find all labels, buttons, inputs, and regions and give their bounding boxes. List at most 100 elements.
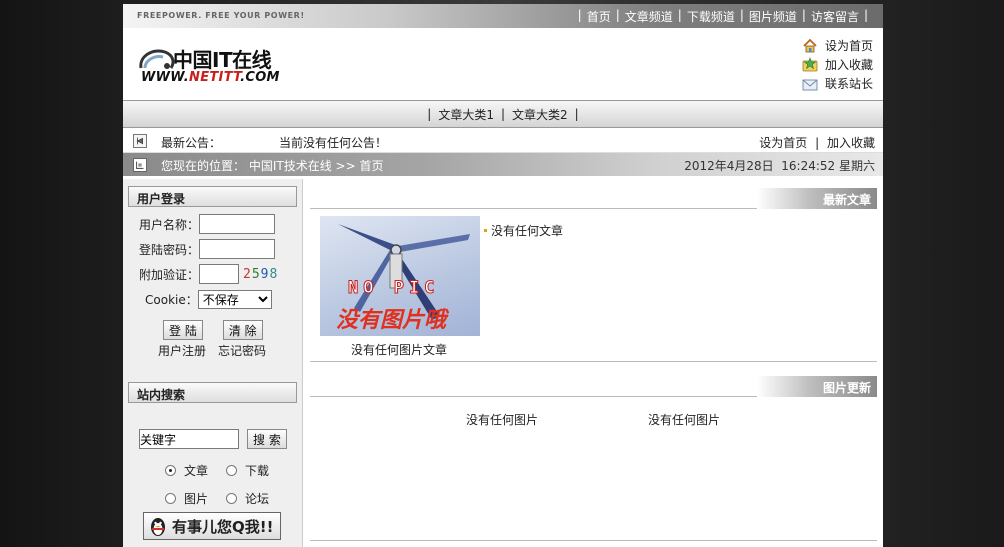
captcha-code: 2598	[243, 267, 278, 282]
sidebar: 用户登录 用户名称： 登陆密码： 附加验证： 2598 Cookie： 不保存	[123, 179, 303, 547]
cookie-label: Cookie：	[145, 293, 198, 307]
breadcrumb-separator: >>	[335, 159, 356, 173]
picture-updates-header: 图片更新	[310, 373, 877, 397]
radio-article[interactable]: 文章	[165, 462, 208, 479]
search-input[interactable]	[139, 429, 239, 449]
nav-guestbook[interactable]: 访客留言	[811, 8, 859, 25]
notice-label: 最新公告：	[161, 136, 222, 150]
page: FREEPOWER. FREE YOUR POWER! | 首页 | 文章频道 …	[123, 4, 883, 547]
category-bar: | 文章大类1 | 文章大类2 |	[123, 100, 883, 128]
mail-icon	[802, 79, 818, 90]
login-title: 用户登录	[128, 186, 297, 207]
nav-separator: |	[863, 8, 868, 22]
login-buttons: 登 陆 清 除	[163, 320, 263, 340]
latest-articles-title: 最新文章	[757, 188, 877, 209]
no-pic-text: 没有图片哦	[336, 308, 447, 333]
nav-home[interactable]: 首页	[587, 8, 611, 25]
account-links: 用户注册 忘记密码	[158, 342, 266, 359]
radio-forum[interactable]: 论坛	[226, 490, 269, 507]
breadcrumb-page: 首页	[359, 159, 384, 173]
notice-add-favorite-link[interactable]: 加入收藏	[827, 136, 875, 150]
register-link[interactable]: 用户注册	[158, 342, 206, 359]
image-article-caption: 没有任何图片文章	[351, 343, 448, 357]
bottom-divider	[310, 540, 877, 541]
nav-downloads[interactable]: 下载频道	[687, 8, 735, 25]
notice-set-homepage-link[interactable]: 设为首页	[759, 136, 807, 150]
bullet-icon	[484, 229, 487, 232]
qq-badge-text: 有事儿您Q我!!	[172, 517, 274, 536]
search-row: 搜 索	[139, 429, 287, 449]
captcha-digit: 2	[243, 266, 252, 282]
radio-dot	[226, 493, 238, 504]
search-button[interactable]: 搜 索	[247, 429, 287, 449]
category-separator: |	[574, 107, 579, 121]
radio-download-label: 下载	[245, 464, 270, 478]
category-separator: |	[427, 107, 432, 121]
slogan: FREEPOWER. FREE YOUR POWER!	[137, 11, 305, 20]
add-favorite-link[interactable]: 加入收藏	[802, 55, 873, 74]
logo-text: 中国IT在线	[173, 48, 272, 72]
nav-separator: |	[577, 8, 582, 22]
top-bar: FREEPOWER. FREE YOUR POWER! | 首页 | 文章频道 …	[123, 4, 883, 28]
verify-label: 附加验证：	[139, 267, 200, 282]
login-button[interactable]: 登 陆	[163, 320, 203, 340]
no-pic-tag: NO PIC	[347, 278, 440, 299]
notice-text: 当前没有任何公告！	[279, 136, 388, 150]
password-row: 登陆密码：	[139, 239, 276, 259]
quick-links: 设为首页 加入收藏 联系站长	[802, 36, 873, 93]
latest-article-item: 没有任何文章	[484, 222, 563, 239]
breadcrumb-site[interactable]: 中国IT技术在线	[249, 159, 332, 173]
logo-url: WWW.NETITT.COM	[141, 70, 280, 85]
nav-separator: |	[677, 8, 682, 22]
category-link-2[interactable]: 文章大类2	[512, 106, 568, 123]
location-bar: 您现在的位置： 中国IT技术在线 >> 首页 2012年4月28日 16:24:…	[123, 153, 883, 176]
no-article-text: 没有任何文章	[491, 224, 564, 238]
qq-penguin-icon	[151, 518, 165, 536]
main-area: 用户登录 用户名称： 登陆密码： 附加验证： 2598 Cookie： 不保存	[123, 179, 883, 547]
radio-download[interactable]: 下载	[226, 462, 269, 479]
cookie-select[interactable]: 不保存	[197, 290, 272, 309]
add-favorite-label: 加入收藏	[824, 58, 873, 72]
password-input[interactable]	[199, 239, 276, 259]
username-input[interactable]	[199, 214, 276, 234]
captcha-digit: 8	[269, 266, 279, 282]
category-link-1[interactable]: 文章大类1	[438, 106, 494, 123]
notice-bar: 最新公告： 当前没有任何公告！ 设为首页 | 加入收藏	[123, 129, 883, 153]
logo-url-brand: NETITT	[189, 70, 241, 85]
notice-separator: |	[815, 136, 820, 150]
no-picture-image[interactable]: NO PIC 没有图片哦	[320, 216, 480, 336]
breadcrumb-prefix: 您现在的位置：	[161, 159, 246, 173]
favorite-icon	[802, 56, 818, 71]
section-divider	[310, 361, 877, 362]
radio-forum-label: 论坛	[245, 492, 270, 506]
site-logo[interactable]: 中国IT在线 WWW.NETITT.COM	[137, 44, 299, 88]
category-separator: |	[500, 107, 506, 121]
location-icon	[133, 158, 147, 172]
username-row: 用户名称：	[139, 214, 276, 234]
clear-button[interactable]: 清 除	[222, 320, 263, 340]
nav-separator: |	[615, 8, 620, 22]
search-type-row-1: 文章 下载	[165, 462, 287, 479]
nav-pictures[interactable]: 图片频道	[749, 8, 797, 25]
set-homepage-link[interactable]: 设为首页	[802, 36, 873, 55]
radio-dot	[226, 465, 238, 476]
forgot-password-link[interactable]: 忘记密码	[218, 342, 266, 359]
password-label: 登陆密码：	[139, 242, 200, 257]
nav-separator: |	[801, 8, 806, 22]
verify-row: 附加验证： 2598	[139, 264, 278, 284]
contact-admin-label: 联系站长	[824, 77, 873, 91]
nav-articles[interactable]: 文章频道	[625, 8, 673, 25]
cookie-row: Cookie： 不保存	[145, 290, 272, 309]
radio-dot	[165, 465, 176, 476]
verify-input[interactable]	[199, 264, 240, 284]
nav-separator: |	[739, 8, 744, 22]
qq-contact-badge[interactable]: 有事儿您Q我!!	[143, 512, 281, 540]
radio-dot	[165, 493, 176, 504]
current-datetime: 2012年4月28日 16:24:52 星期六	[684, 159, 875, 173]
contact-admin-link[interactable]: 联系站长	[802, 74, 873, 93]
radio-picture[interactable]: 图片	[165, 490, 208, 507]
search-title: 站内搜索	[128, 382, 297, 403]
logo-url-suffix: .COM	[240, 70, 280, 85]
picture-updates-title: 图片更新	[757, 376, 877, 397]
notice-links: 设为首页 | 加入收藏	[759, 134, 875, 151]
